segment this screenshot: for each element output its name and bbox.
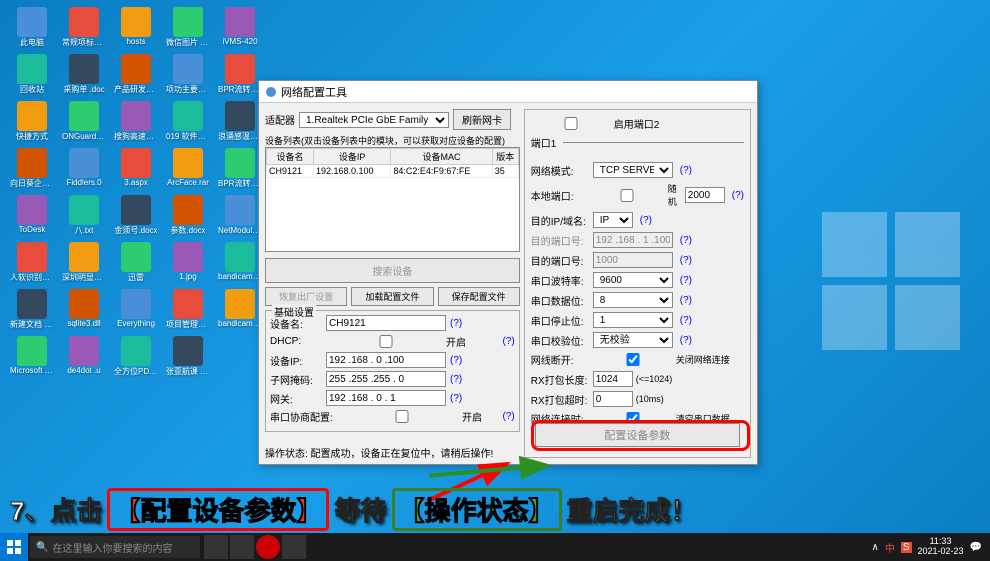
parity-select[interactable]: 无校验 — [593, 332, 673, 348]
desktop-icon[interactable]: 3.aspx — [112, 146, 160, 191]
config-dialog: 网络配置工具 适配器 1.Realtek PCIe GbE Family Con… — [258, 80, 758, 465]
desktop-icon[interactable]: 八.txt — [60, 193, 108, 238]
device-name-input[interactable] — [326, 315, 446, 331]
basic-settings-title: 基础设置 — [272, 304, 316, 319]
desktop-icon[interactable]: bandicam 2021-02-2 — [216, 240, 264, 285]
desktop-icon[interactable]: 回收站 — [8, 52, 56, 97]
desktop-icon[interactable]: ArcFace.rar — [164, 146, 212, 191]
start-button[interactable] — [0, 533, 28, 561]
search-device-button[interactable]: 搜索设备 — [265, 258, 520, 283]
desktop-icon[interactable]: de4dot .u — [60, 334, 108, 379]
databits-select[interactable]: 8 — [593, 292, 673, 308]
desktop-icon[interactable]: 此电脑 — [8, 5, 56, 50]
instruction-caption: 7、点击 【配置设备参数】 等待 【操作状态】 重启完成！ — [10, 488, 697, 531]
dhcp-checkbox[interactable] — [326, 335, 446, 348]
desktop-icon[interactable]: 浪涌感温长寿 部分的报告 — [216, 99, 264, 144]
port2-enable-checkbox[interactable] — [531, 117, 611, 130]
desktop-icon[interactable]: 向日葵企业版 — [8, 146, 56, 191]
desktop-icon[interactable]: 参数.docx — [164, 193, 212, 238]
desktop-icon[interactable]: 迅雷 — [112, 240, 160, 285]
system-tray[interactable]: ∧ 中 S 11:332021-02-23 💬 — [864, 537, 990, 557]
net-mode-select[interactable]: TCP SERVER — [593, 162, 673, 178]
device-table[interactable]: 设备名 设备IP 设备MAC 版本 CH9121 192.168.0.100 8… — [265, 147, 520, 252]
tray-icon[interactable]: ∧ — [872, 542, 879, 553]
desktop-icon[interactable]: 金须号.docx — [112, 193, 160, 238]
save-config-button[interactable]: 保存配置文件 — [438, 287, 520, 306]
desktop-icon[interactable]: Everything — [112, 287, 160, 332]
config-device-button[interactable]: 配置设备参数 — [535, 423, 740, 447]
input-indicator-icon[interactable]: S — [901, 542, 912, 553]
desktop-icon[interactable]: hosts — [112, 5, 160, 50]
input-method-icon[interactable]: 中 — [885, 540, 895, 555]
subnet-mask-input[interactable] — [326, 371, 446, 387]
desktop-icon[interactable]: 张亚航课 表.doc — [164, 334, 212, 379]
dest-ip-mode-select[interactable]: IP — [593, 212, 633, 228]
search-input[interactable]: 🔍 在这里输入你要搜索的内容 — [30, 536, 200, 558]
desktop-icon[interactable]: 采购单 .doc — [60, 52, 108, 97]
clock[interactable]: 11:332021-02-23 — [918, 537, 964, 557]
desktop-icon[interactable]: Fiddlers.0 — [60, 146, 108, 191]
desktop-icon[interactable]: ONGuard安 装和UKey — [60, 99, 108, 144]
desktop-icon[interactable]: 搜狗高速浏 览器 — [112, 99, 160, 144]
desktop-icon[interactable]: 019 软件项目 开发的全套 — [164, 99, 212, 144]
desktop-icon[interactable]: ToDesk — [8, 193, 56, 238]
taskbar[interactable]: 🔍 在这里输入你要搜索的内容 ∧ 中 S 11:332021-02-23 💬 — [0, 533, 990, 561]
notification-icon[interactable]: 💬 — [970, 542, 982, 553]
local-port-input[interactable] — [685, 187, 725, 203]
dest-port-input — [593, 252, 673, 268]
desktop-icon[interactable]: sqlite3.dll — [60, 287, 108, 332]
desktop-icon[interactable]: 深圳明显参 .txt — [60, 240, 108, 285]
random-port-checkbox[interactable] — [589, 189, 665, 202]
serial-cfg-checkbox[interactable] — [342, 410, 462, 423]
desktop-icon[interactable]: 项目管理立项 提交文档模板 — [164, 287, 212, 332]
device-list-hint: 设备列表(双击设备列表中的模块，可以获取对应设备的配置) — [265, 134, 520, 147]
adapter-label: 适配器 — [265, 112, 295, 127]
refresh-nic-button[interactable]: 刷新网卡 — [453, 109, 511, 130]
desktop-icon[interactable]: 常规项标配板 接口文档.d — [60, 5, 108, 50]
desktop-icon[interactable]: iVMS-420 — [216, 5, 264, 50]
task-item[interactable] — [230, 535, 254, 559]
desktop-icon[interactable]: Microsoft Edge — [8, 334, 56, 379]
task-item[interactable] — [256, 535, 280, 559]
disconn-checkbox[interactable] — [593, 353, 673, 366]
baud-select[interactable]: 9600 — [593, 272, 673, 288]
desktop-icon[interactable]: BPR流转相技 术方案.pdf — [216, 146, 264, 191]
desktop-icon[interactable]: 快捷方式 — [8, 99, 56, 144]
dialog-title: 网络配置工具 — [281, 84, 347, 100]
desktop-icon[interactable]: BPR流转相技 术方案 — [216, 52, 264, 97]
rx-timeout-input[interactable] — [593, 391, 633, 407]
desktop-icon[interactable]: 微信图片 2021012 — [164, 5, 212, 50]
task-item[interactable] — [204, 535, 228, 559]
desktop-icon[interactable]: NetModul e运动方式 — [216, 193, 264, 238]
titlebar[interactable]: 网络配置工具 — [259, 81, 757, 103]
gateway-input[interactable] — [326, 390, 446, 406]
desktop-icon[interactable]: 1.jpg — [164, 240, 212, 285]
dest-ip-input — [593, 232, 673, 248]
table-row[interactable]: CH9121 192.168.0.100 84:C2:E4:F9:67:FE 3… — [267, 165, 519, 178]
desktop-icon[interactable]: 人软识别要求 魏家永.doc — [8, 240, 56, 285]
desktop-icon[interactable]: 产品研发流 程.jpg — [112, 52, 160, 97]
desktop-icon[interactable]: 项功主要事项 新PPT.zip — [164, 52, 212, 97]
load-config-button[interactable]: 加载配置文件 — [351, 287, 433, 306]
rx-len-input[interactable] — [593, 371, 633, 387]
device-ip-input[interactable] — [326, 352, 446, 368]
desktop-icon[interactable]: bandicam 2021-02-2 — [216, 287, 264, 332]
desktop-icon[interactable]: 全方位PDF转 换器 — [112, 334, 160, 379]
task-item[interactable] — [282, 535, 306, 559]
status-text: 操作状态: 配置成功，设备正在复位中，请稍后操作! — [265, 445, 493, 460]
desktop-icon[interactable]: 新建文档 件.txt — [8, 287, 56, 332]
stopbits-select[interactable]: 1 — [593, 312, 673, 328]
adapter-select[interactable]: 1.Realtek PCIe GbE Family Cont — [299, 112, 449, 128]
